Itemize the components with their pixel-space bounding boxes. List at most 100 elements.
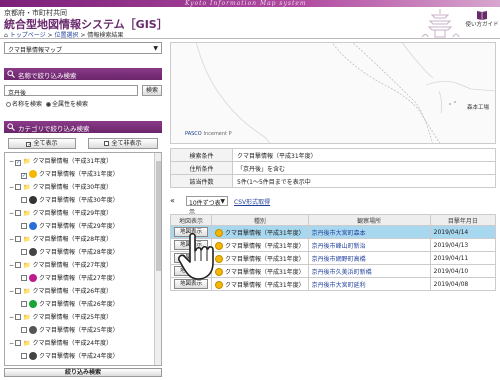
double-chevron-left-icon[interactable]: « [170,196,175,205]
header: Kyoto Information Map system 京都府・市町村共同 統… [0,0,500,39]
folder-icon: 📁 [23,236,31,243]
condition-row: 住所条件 「京丹後」を含む [170,161,496,175]
tree-item[interactable]: クマ目撃情報（平成27年度） [21,273,119,285]
tree-item[interactable]: ✓ クマ目撃情報（平成31年度） [21,169,119,181]
table-row[interactable]: 地図表示 クマ目撃情報（平成31年度） 京丹後市久美浜町新橋 2019/04/1… [170,264,497,278]
tree-checkbox[interactable] [15,236,21,242]
tree-checkbox[interactable] [15,262,21,268]
map-place-label: 森本工場 [467,105,490,111]
show-all-label: 全て表示 [33,140,58,147]
folder-icon: 📁 [23,210,31,217]
folder-icon: 📁 [23,340,31,347]
row-type: クマ目撃情報（平成31年度） [225,281,305,289]
tree-checkbox[interactable] [21,223,27,229]
radio-full-label: 全属性を検索 [51,101,88,108]
search-conditions-table: 検索条件 クマ目撃情報（平成31年度） 住所条件 「京丹後」を含む 該当件数 5… [170,148,496,188]
tree-item[interactable]: − 📁 クマ目撃情報（平成24年度） [9,338,112,350]
checkbox-icon [104,141,110,146]
folder-icon: 📁 [23,262,31,269]
pagoda-illustration [421,9,460,38]
tree-item-label: クマ目撃情報（平成24年度） [39,353,119,360]
search-panel: クマ目撃情報マップ ▼ 名称で絞り込み検索 京丹後 検索 名称を検索 全属性を検… [4,42,164,377]
checkbox-icon: ✓ [26,142,32,148]
tree-checkbox[interactable] [15,288,21,294]
tree-item[interactable]: − 📁 クマ目撃情報（平成27年度） [9,260,112,272]
tree-item-label: クマ目撃情報（平成26年度） [32,288,113,295]
tree-checkbox[interactable] [21,197,27,203]
show-all-button[interactable]: ✓ 全て表示 [8,138,76,149]
tree-checkbox[interactable]: ✓ [21,173,27,179]
tree-item-label: クマ目撃情報（平成28年度） [39,249,119,256]
tree-item[interactable]: − 📁 クマ目撃情報（平成26年度） [9,286,112,298]
radio-name-search[interactable] [6,102,11,107]
row-place: 京丹後市大宮町延利 [307,277,431,291]
header-divider [0,38,500,39]
tree-item[interactable]: クマ目撃情報（平成30年度） [21,195,119,207]
row-date: 2019/04/14 [429,225,497,239]
tree-item-label: クマ目撃情報（平成27年度） [32,262,113,269]
table-row[interactable]: 地図表示 クマ目撃情報（平成31年度） 京丹後市峰山町新治 2019/04/13 [170,238,497,252]
scrollbar-thumb[interactable] [156,161,161,271]
tree-item[interactable]: − ✓ 📁 クマ目撃情報（平成31年度） [9,156,112,168]
condition-value: 5件(1〜5件目までを表示中 [232,174,496,188]
tree-scrollbar[interactable] [154,153,161,365]
per-page-select[interactable]: 10件ずつ表示 ▼ [186,196,228,216]
tree-item[interactable]: クマ目撃情報（平成28年度） [21,247,119,259]
table-row[interactable]: 地図表示 クマ目撃情報（平成31年度） 京丹後市大宮町森本 2019/04/14 [170,225,497,239]
map-select[interactable]: クマ目撃情報マップ ▼ [4,42,162,54]
tree-checkbox[interactable] [21,301,27,307]
tree-checkbox[interactable] [21,353,27,359]
bear-icon [29,274,37,282]
row-date: 2019/04/08 [429,277,497,291]
tree-item[interactable]: クマ目撃情報（平成26年度） [21,299,119,311]
map-lines [196,43,495,143]
tree-checkbox[interactable] [21,327,27,333]
category-buttons: ✓ 全て表示 全て非表示 [4,138,162,150]
tree-item[interactable]: クマ目撃情報（平成29年度） [21,221,119,233]
condition-value: クマ目撃情報（平成31年度） [232,148,496,162]
csv-download-link[interactable]: CSV形式取得 [234,197,270,206]
hide-all-button[interactable]: 全て非表示 [88,138,158,149]
tree-item-label: クマ目撃情報（平成29年度） [32,210,113,217]
magnifier-icon [7,70,15,78]
tree-checkbox[interactable] [21,249,27,255]
tree-item[interactable]: − 📁 クマ目撃情報（平成29年度） [9,208,112,220]
row-date: 2019/04/11 [429,251,497,265]
name-search-input[interactable]: 京丹後 [4,85,138,97]
usage-guide-link[interactable]: 使い方ガイド [465,10,499,38]
column-header: 地図表示 [170,214,212,226]
tree-item[interactable]: クマ目撃情報（平成25年度） [21,325,119,337]
tree-checkbox[interactable] [15,314,21,320]
results-header-row: 地図表示 種別 観察場所 目撃年月日 [170,214,497,226]
hand-pointer-icon [178,233,214,280]
tree-checkbox[interactable] [15,184,21,190]
folder-icon: 📁 [23,184,31,191]
map-credit-increment: Incement P [203,131,232,137]
tree-item[interactable]: クマ目撃情報（平成24年度） [21,351,119,363]
filter-search-button[interactable]: 絞り込み検索 [4,368,162,377]
results-table: 地図表示 種別 観察場所 目撃年月日 地図表示 クマ目撃情報（平成31年度） 京… [170,214,497,291]
condition-key: 該当件数 [170,174,233,188]
tree-checkbox[interactable] [15,340,21,346]
radio-full-search[interactable] [45,102,51,107]
condition-key: 住所条件 [170,161,233,175]
name-search-button[interactable]: 検索 [142,85,162,96]
row-type: クマ目撃情報（平成31年度） [225,268,305,276]
row-date: 2019/04/13 [429,238,497,252]
tree-item[interactable]: − 📁 クマ目撃情報（平成30年度） [9,182,112,194]
tree-item[interactable]: − 📁 クマ目撃情報（平成25年度） [9,312,112,324]
tree-checkbox[interactable] [21,275,27,281]
tree-checkbox[interactable]: ✓ [15,160,21,166]
guide-book-icon [477,11,487,20]
tree-item-label: クマ目撃情報（平成25年度） [32,314,113,321]
tree-item[interactable]: − 📁 クマ目撃情報（平成28年度） [9,234,112,246]
tree-item-label: クマ目撃情報（平成31年度） [39,171,119,178]
column-header: 種別 [211,214,309,226]
map-view[interactable]: PASCO Incement P 森本工場 [170,42,496,144]
table-row[interactable]: 地図表示 クマ目撃情報（平成31年度） 京丹後市大宮町延利 2019/04/08 [170,277,497,291]
name-search-header: 名称で絞り込み検索 [4,68,162,80]
map-credit-pasco: PASCO [185,131,202,137]
bear-icon [29,248,37,256]
tree-checkbox[interactable] [15,210,21,216]
table-row[interactable]: 地図表示 クマ目撃情報（平成31年度） 京丹後市網野町高橋 2019/04/11 [170,251,497,265]
